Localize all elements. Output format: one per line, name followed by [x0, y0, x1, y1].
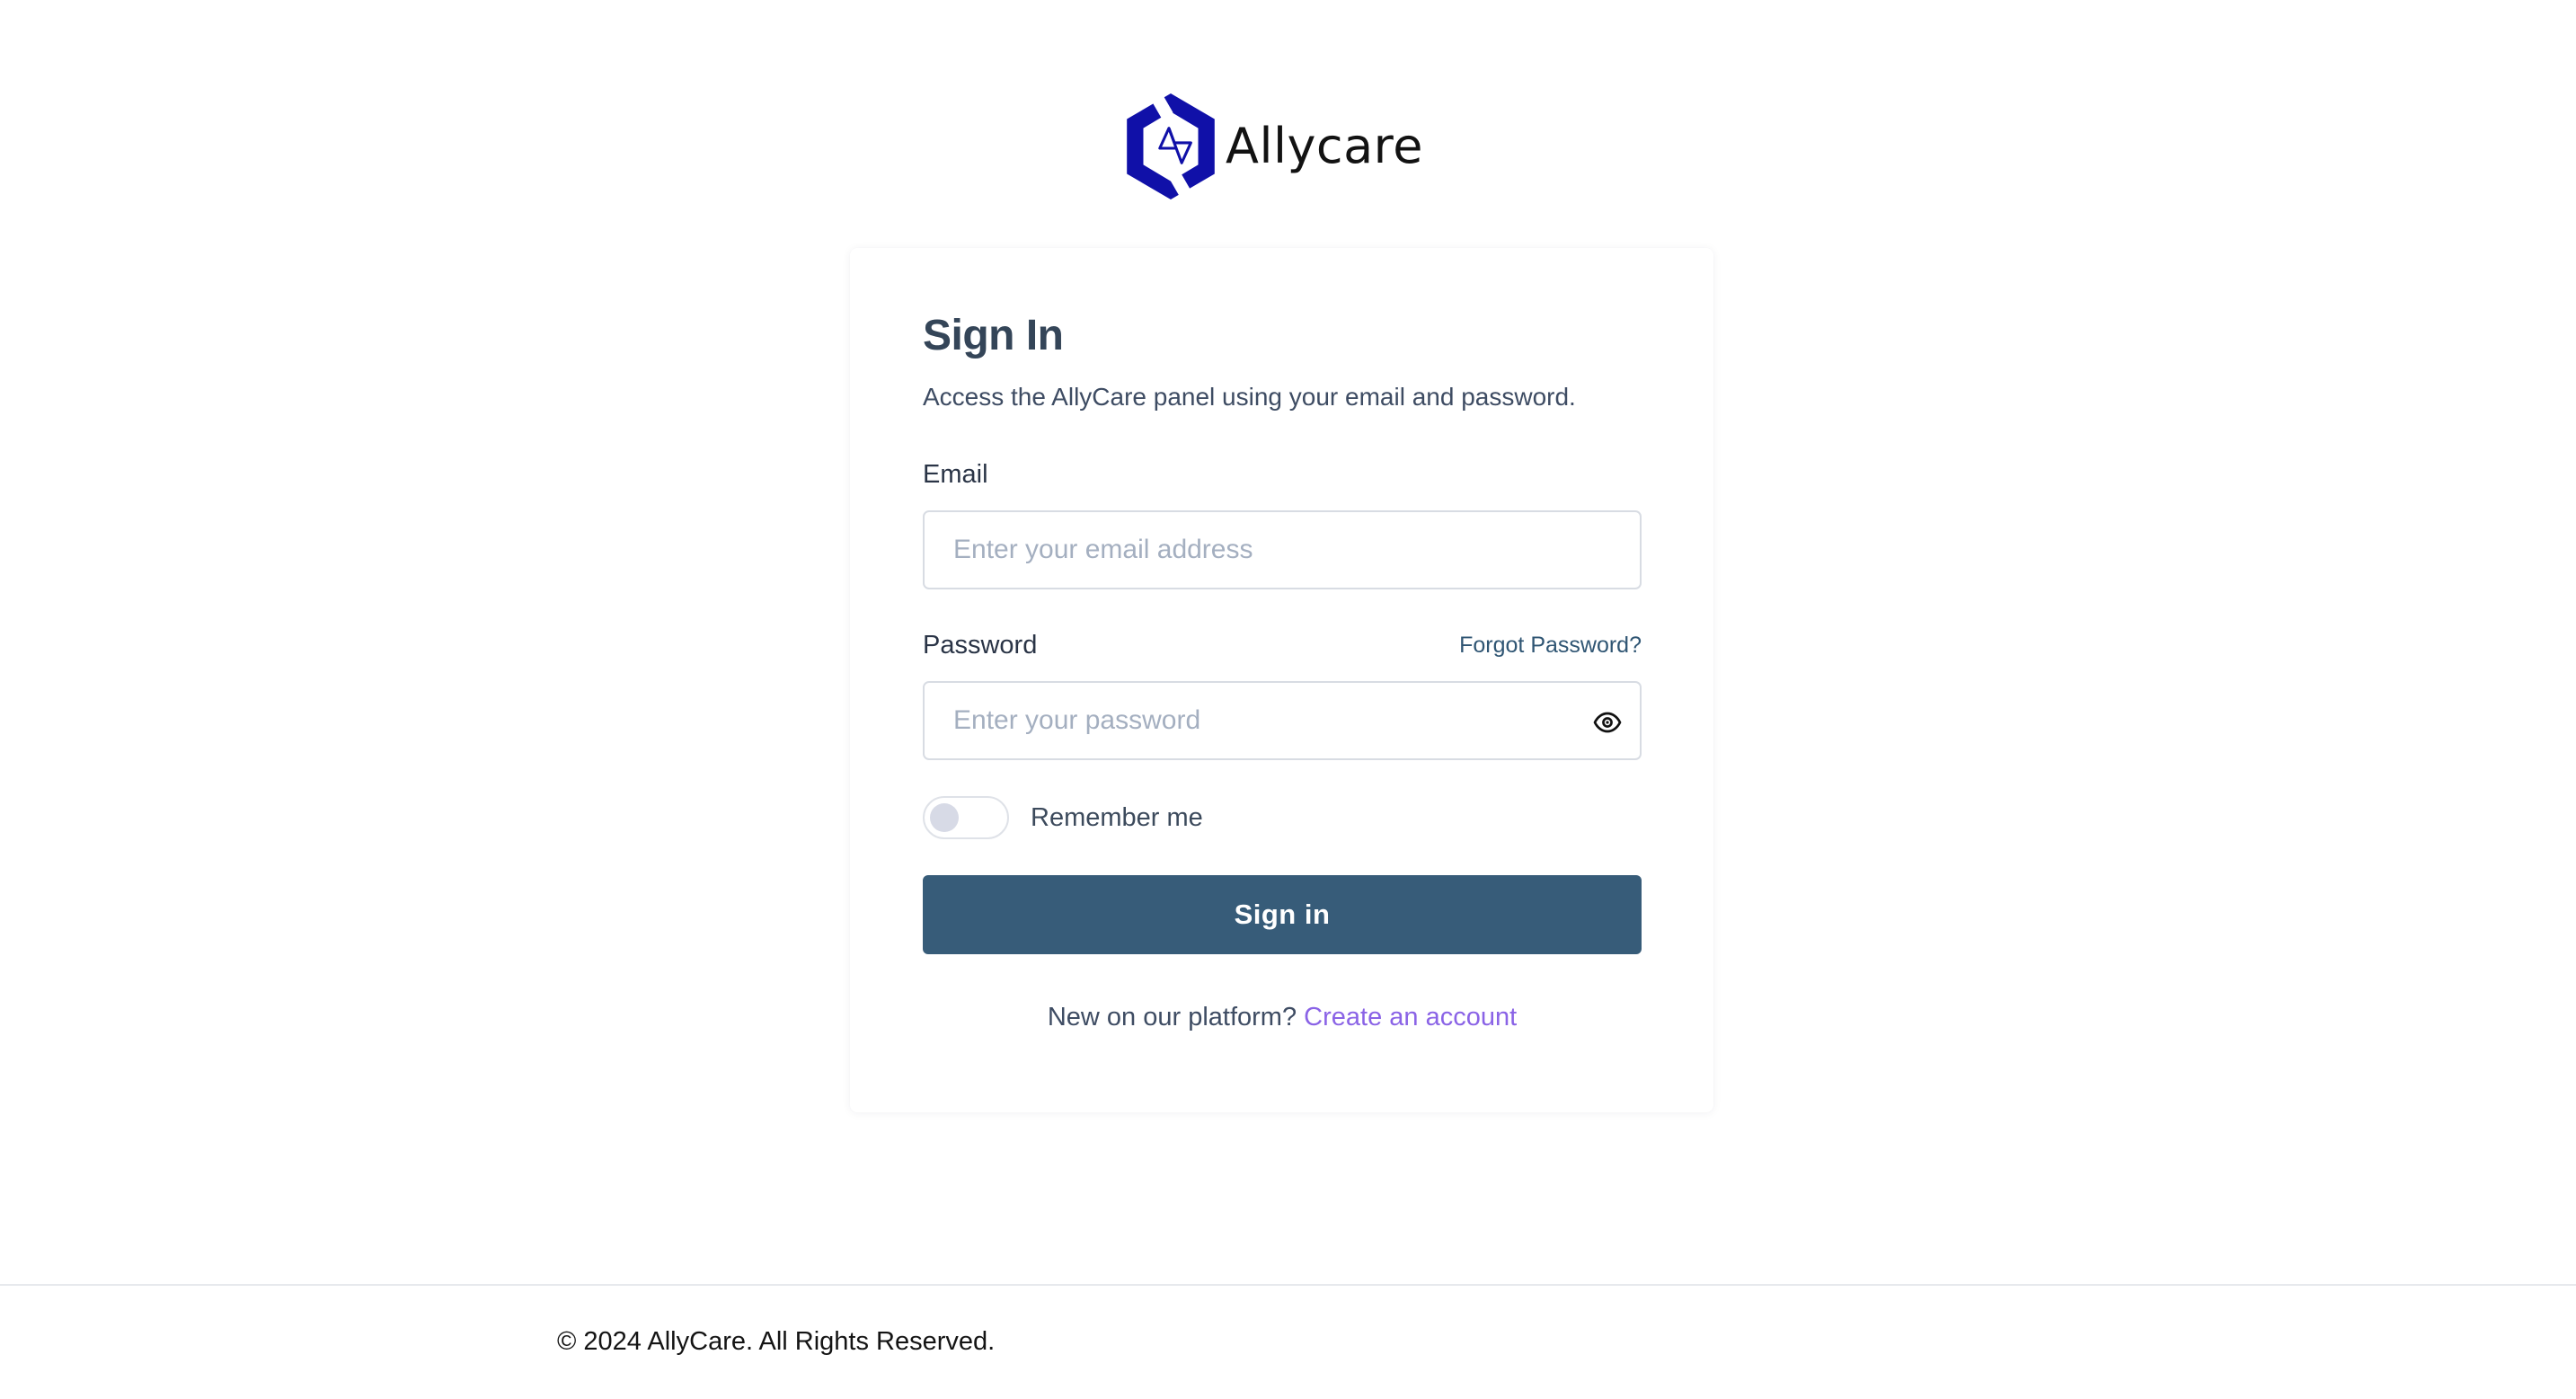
page-footer: © 2024 AllyCare. All Rights Reserved. — [0, 1284, 2576, 1399]
email-label: Email — [923, 460, 988, 489]
forgot-password-link[interactable]: Forgot Password? — [1459, 633, 1642, 659]
toggle-knob — [930, 803, 959, 832]
remember-me-row: Remember me — [923, 796, 1203, 839]
copyright-text: © 2024 AllyCare. All Rights Reserved. — [557, 1327, 996, 1356]
email-field[interactable] — [925, 512, 1640, 588]
brand-logo: Allycare — [1125, 92, 1423, 201]
page-title: Sign In — [923, 312, 1064, 359]
signin-card: Sign In Access the AllyCare panel using … — [850, 248, 1713, 1112]
password-label: Password — [923, 631, 1038, 660]
signup-prompt-text: New on our platform? — [1047, 1003, 1305, 1032]
page-subtitle: Access the AllyCare panel using your ema… — [923, 383, 1576, 411]
email-field-container — [923, 510, 1642, 589]
remember-me-label[interactable]: Remember me — [1031, 803, 1203, 833]
signup-prompt-row: New on our platform? Create an account — [923, 1003, 1642, 1032]
brand-name: Allycare — [1226, 118, 1423, 174]
remember-me-toggle[interactable] — [923, 796, 1009, 839]
signin-page: Allycare Sign In Access the AllyCare pan… — [0, 0, 2576, 1399]
password-field-container — [923, 681, 1642, 760]
allycare-hexagon-logo-icon — [1125, 92, 1217, 201]
eye-icon[interactable] — [1593, 708, 1622, 737]
sign-in-button[interactable]: Sign in — [923, 875, 1642, 954]
password-field[interactable] — [925, 683, 1640, 758]
create-account-link[interactable]: Create an account — [1304, 1003, 1517, 1032]
